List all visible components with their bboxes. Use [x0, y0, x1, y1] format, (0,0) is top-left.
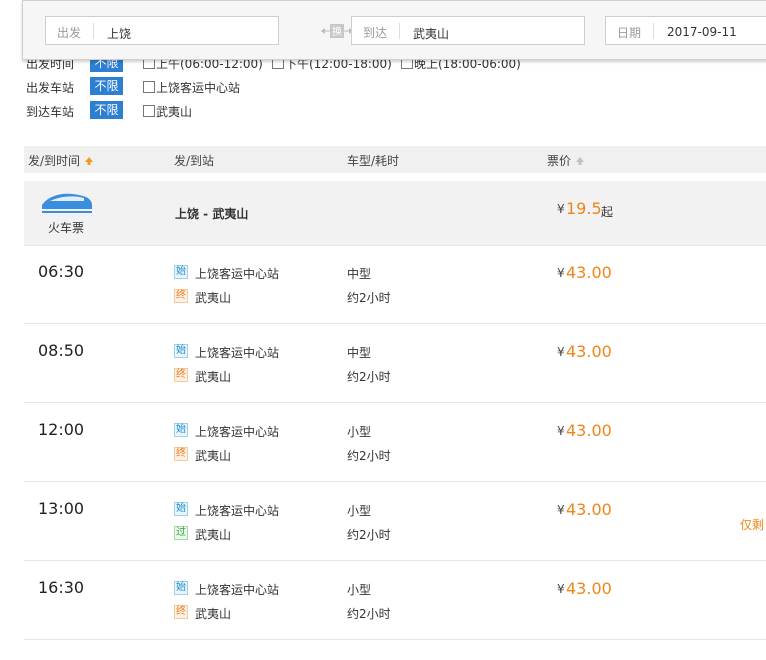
duration: 约2小时 [347, 607, 391, 621]
price-currency: ¥ [557, 582, 565, 596]
price: 43.00 [566, 263, 612, 282]
duration: 约2小时 [347, 291, 391, 305]
swap-icon[interactable]: 换 [320, 23, 354, 39]
date-value[interactable]: 2017-09-11 [667, 25, 737, 39]
from-field[interactable]: 出发 上饶 [45, 16, 279, 45]
depart-station: 上饶客运中心站 [195, 425, 280, 439]
row-divider [24, 560, 766, 561]
row-divider [24, 245, 766, 246]
train-price-suffix: 起 [601, 205, 614, 219]
duration: 约2小时 [347, 528, 391, 542]
bus-type: 中型 [347, 267, 372, 281]
depart-station: 上饶客运中心站 [195, 346, 280, 360]
end-badge: 终 [174, 289, 188, 303]
arrive-station: 武夷山 [195, 449, 232, 463]
pass-badge: 过 [174, 526, 188, 540]
filter-arrive-station-unlimited[interactable]: 不限 [90, 101, 123, 119]
header-price[interactable]: 票价 [547, 152, 585, 169]
depart-time: 13:00 [38, 499, 85, 518]
from-value[interactable]: 上饶 [107, 25, 131, 42]
start-badge: 始 [174, 265, 188, 279]
price-currency: ¥ [557, 424, 565, 438]
arrive-station: 武夷山 [195, 607, 232, 621]
date-field[interactable]: 日期 2017-09-11 [605, 16, 766, 45]
remaining-seats-note: 仅剩 [740, 518, 765, 532]
depart-time: 16:30 [38, 578, 85, 597]
start-badge: 始 [174, 423, 188, 437]
sort-up-icon[interactable] [575, 156, 585, 166]
price-currency: ¥ [557, 345, 565, 359]
depart-time: 08:50 [38, 341, 85, 360]
end-badge: 终 [174, 447, 188, 461]
end-badge: 终 [174, 605, 188, 619]
train-label: 火车票 [48, 221, 85, 235]
from-divider [93, 23, 94, 39]
date-label: 日期 [617, 26, 642, 40]
from-label: 出发 [57, 26, 82, 40]
row-divider [24, 402, 766, 403]
price: 43.00 [566, 421, 612, 440]
train-price: 19.5 [566, 199, 602, 218]
price: 43.00 [566, 342, 612, 361]
train-icon [42, 193, 92, 213]
option-arrive-station[interactable]: 武夷山 [156, 103, 192, 120]
header-station: 发/到站 [174, 154, 215, 168]
start-badge: 始 [174, 502, 188, 516]
price-currency: ¥ [557, 503, 565, 517]
depart-time: 12:00 [38, 420, 85, 439]
to-label: 到达 [363, 26, 388, 40]
price: 43.00 [566, 500, 612, 519]
bus-type: 小型 [347, 425, 372, 439]
bus-type: 小型 [347, 583, 372, 597]
row-divider [24, 481, 766, 482]
arrive-station: 武夷山 [195, 528, 232, 542]
filter-label-depart-station: 出发车站 [26, 81, 75, 95]
sort-up-active-icon[interactable] [84, 156, 94, 166]
bus-type: 小型 [347, 504, 372, 518]
option-depart-station[interactable]: 上饶客运中心站 [156, 79, 240, 96]
price-currency: ¥ [557, 266, 565, 280]
train-summary-row[interactable]: 火车票 上饶 - 武夷山 ¥ 19.5 起 [24, 181, 766, 245]
results-header: 发/到时间 发/到站 车型/耗时 票价 [24, 146, 766, 173]
search-bar: 出发 上饶 换 到达 武夷山 日期 2017-09-11 [22, 0, 766, 60]
date-divider [653, 23, 654, 39]
header-type: 车型/耗时 [347, 154, 400, 168]
row-divider [24, 323, 766, 324]
start-badge: 始 [174, 581, 188, 595]
duration: 约2小时 [347, 370, 391, 384]
depart-time: 06:30 [38, 262, 85, 281]
end-badge: 终 [174, 368, 188, 382]
to-divider [399, 23, 400, 39]
filter-depart-station-unlimited[interactable]: 不限 [90, 77, 123, 95]
to-value[interactable]: 武夷山 [413, 25, 449, 42]
price: 43.00 [566, 579, 612, 598]
swap-text: 换 [332, 25, 342, 38]
train-currency: ¥ [557, 202, 565, 216]
depart-station: 上饶客运中心站 [195, 267, 280, 281]
filter-label-arrive-station: 到达车站 [26, 105, 75, 119]
bus-type: 中型 [347, 346, 372, 360]
checkbox-arrive-station[interactable] [143, 105, 155, 117]
arrive-station: 武夷山 [195, 291, 232, 305]
row-divider [24, 639, 766, 640]
header-price-label: 票价 [547, 154, 572, 168]
duration: 约2小时 [347, 449, 391, 463]
arrive-station: 武夷山 [195, 370, 232, 384]
checkbox-depart-station[interactable] [143, 81, 155, 93]
depart-station: 上饶客运中心站 [195, 583, 280, 597]
to-field[interactable]: 到达 武夷山 [351, 16, 585, 45]
depart-station: 上饶客运中心站 [195, 504, 280, 518]
header-time-label: 发/到时间 [28, 154, 81, 168]
header-time[interactable]: 发/到时间 [28, 152, 94, 169]
train-route: 上饶 - 武夷山 [175, 207, 249, 221]
start-badge: 始 [174, 344, 188, 358]
